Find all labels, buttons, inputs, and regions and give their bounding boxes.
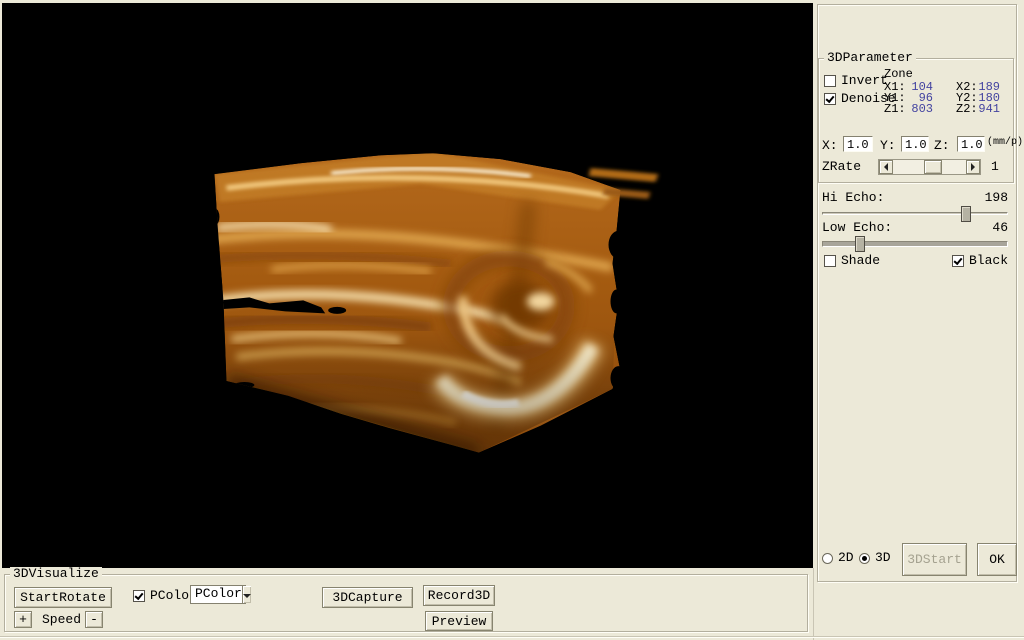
zrate-label: ZRate (822, 160, 861, 174)
scale-x-label: X: (822, 139, 838, 153)
low-echo-value: 46 (955, 221, 1008, 235)
speed-plus-button[interactable]: + (14, 611, 32, 628)
scale-z-label: Z: (934, 139, 950, 153)
speed-minus-button[interactable]: - (85, 611, 103, 628)
hi-echo-track[interactable] (822, 212, 1008, 215)
3dcapture-button[interactable]: 3DCapture (322, 587, 413, 608)
parameter-panel: 3DParameter Invert Denoise Zone X1: 104 … (815, 0, 1024, 640)
low-echo-thumb[interactable] (855, 236, 865, 252)
black-label: Black (969, 254, 1008, 268)
shade-label: Shade (841, 254, 880, 268)
record3d-button[interactable]: Record3D (423, 585, 495, 606)
preview-button[interactable]: Preview (425, 611, 493, 631)
mode-3d-label: 3D (875, 551, 891, 565)
speed-label: Speed (42, 613, 81, 627)
scale-unit-label: (mm/p) (987, 137, 1023, 148)
zone-z2-value: 941 (967, 103, 1000, 116)
group-3dparameter-title: 3DParameter (824, 51, 916, 65)
render-viewport[interactable] (2, 3, 813, 568)
zrate-right-arrow-icon[interactable] (966, 160, 980, 174)
mode-2d-label: 2D (838, 551, 854, 565)
window-bottom-edge (0, 636, 1024, 637)
group-3dvisualize-title: 3DVisualize (10, 567, 102, 581)
panel-divider (813, 568, 814, 640)
3dstart-button[interactable]: 3DStart (902, 543, 967, 576)
hi-echo-label: Hi Echo: (822, 191, 884, 205)
scale-y-label: Y: (880, 139, 896, 153)
ok-button[interactable]: OK (977, 543, 1017, 576)
invert-checkbox[interactable] (824, 75, 836, 87)
low-echo-track[interactable] (822, 241, 1008, 247)
scale-z-input[interactable] (957, 136, 985, 152)
low-echo-slider[interactable] (822, 236, 1008, 253)
start-rotate-button[interactable]: StartRotate (14, 587, 112, 608)
pcolor-dropdown-value: PColor (191, 587, 242, 601)
pcolor-dropdown[interactable]: PColor (190, 585, 246, 604)
low-echo-label: Low Echo: (822, 221, 892, 235)
denoise-checkbox[interactable] (824, 93, 836, 105)
mode-2d-radio[interactable] (822, 553, 833, 564)
hi-echo-value: 198 (955, 191, 1008, 205)
scale-x-input[interactable] (843, 136, 873, 152)
zrate-value: 1 (991, 160, 999, 174)
scale-y-input[interactable] (901, 136, 929, 152)
mode-3d-radio[interactable] (859, 553, 870, 564)
pcolor-dropdown-arrow-icon[interactable] (242, 586, 251, 603)
zrate-scrollbar[interactable] (878, 159, 981, 175)
black-checkbox[interactable] (952, 255, 964, 267)
zrate-thumb[interactable] (924, 160, 942, 174)
zrate-left-arrow-icon[interactable] (879, 160, 893, 174)
invert-label: Invert (841, 74, 888, 88)
zone-z1-value: 803 (899, 103, 933, 116)
volume-render (2, 3, 813, 568)
hi-echo-thumb[interactable] (961, 206, 971, 222)
pcolor-checkbox[interactable] (133, 590, 145, 602)
shade-checkbox[interactable] (824, 255, 836, 267)
visualize-panel: 3DVisualize StartRotate + Speed - PColor… (0, 568, 814, 640)
app-window: 3DParameter Invert Denoise Zone X1: 104 … (0, 0, 1024, 640)
